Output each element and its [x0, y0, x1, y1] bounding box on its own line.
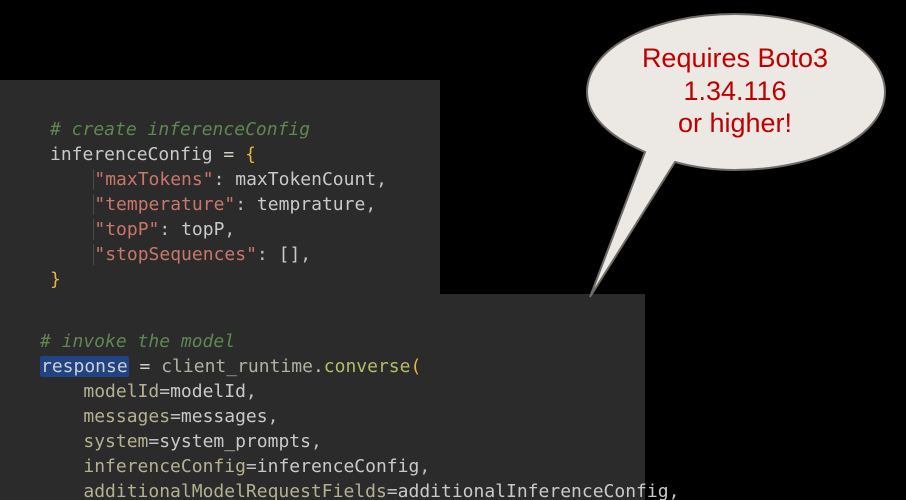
- code-param: system: [83, 431, 148, 452]
- code-comma: ,: [268, 406, 279, 427]
- code-param: inferenceConfig: [83, 456, 246, 477]
- code-comma: ,: [419, 456, 430, 477]
- code-value: []: [268, 244, 301, 265]
- code-brace: }: [50, 269, 61, 290]
- callout-line: 1.34.116: [683, 75, 786, 107]
- code-key: "stopSequences": [94, 244, 257, 265]
- code-comma: ,: [669, 481, 680, 500]
- code-brace: {: [245, 144, 256, 165]
- code-identifier: inferenceConfig: [50, 144, 213, 165]
- code-equals: =: [159, 381, 170, 402]
- code-param: modelId: [83, 381, 159, 402]
- code-block-invoke-model: # invoke the model response = client_run…: [0, 294, 645, 500]
- code-highlighted-identifier: response: [40, 356, 129, 377]
- code-value: temprature: [246, 194, 365, 215]
- code-equals: =: [246, 456, 257, 477]
- code-value: modelId: [170, 381, 246, 402]
- code-colon: :: [235, 194, 246, 215]
- code-object: client_runtime: [161, 356, 313, 377]
- code-function: converse: [324, 356, 411, 377]
- code-value: maxTokenCount: [224, 169, 376, 190]
- code-paren: (: [410, 356, 421, 377]
- code-dot: .: [313, 356, 324, 377]
- code-comma: ,: [246, 381, 257, 402]
- code-key: "temperature": [94, 194, 235, 215]
- code-colon: :: [214, 169, 225, 190]
- code-value: additionalInferenceConfig: [398, 481, 669, 500]
- callout-bubble: Requires Boto3 1.34.116 or higher!: [585, 12, 895, 302]
- code-equals: =: [170, 406, 181, 427]
- code-assign: =: [129, 356, 162, 377]
- code-param: additionalModelRequestFields: [83, 481, 386, 500]
- code-assign: =: [213, 144, 246, 165]
- code-value: messages: [181, 406, 268, 427]
- code-comma: ,: [311, 431, 322, 452]
- code-equals: =: [148, 431, 159, 452]
- code-param: messages: [83, 406, 170, 427]
- code-comma: ,: [224, 219, 235, 240]
- code-key: "topP": [94, 219, 159, 240]
- code-key: "maxTokens": [94, 169, 213, 190]
- code-comment: # create inferenceConfig: [50, 119, 310, 140]
- callout-line: or higher!: [678, 107, 792, 139]
- callout-text: Requires Boto3 1.34.116 or higher!: [585, 12, 885, 170]
- code-comma: ,: [376, 169, 387, 190]
- code-value: topP: [170, 219, 224, 240]
- code-value: system_prompts: [159, 431, 311, 452]
- code-block-inference-config: # create inferenceConfig inferenceConfig…: [0, 80, 440, 304]
- callout-line: Requires Boto3: [642, 42, 828, 74]
- code-value: inferenceConfig: [257, 456, 420, 477]
- code-comment: # invoke the model: [40, 331, 235, 352]
- code-equals: =: [387, 481, 398, 500]
- code-colon: :: [159, 219, 170, 240]
- code-comma: ,: [300, 244, 311, 265]
- code-colon: :: [257, 244, 268, 265]
- code-comma: ,: [365, 194, 376, 215]
